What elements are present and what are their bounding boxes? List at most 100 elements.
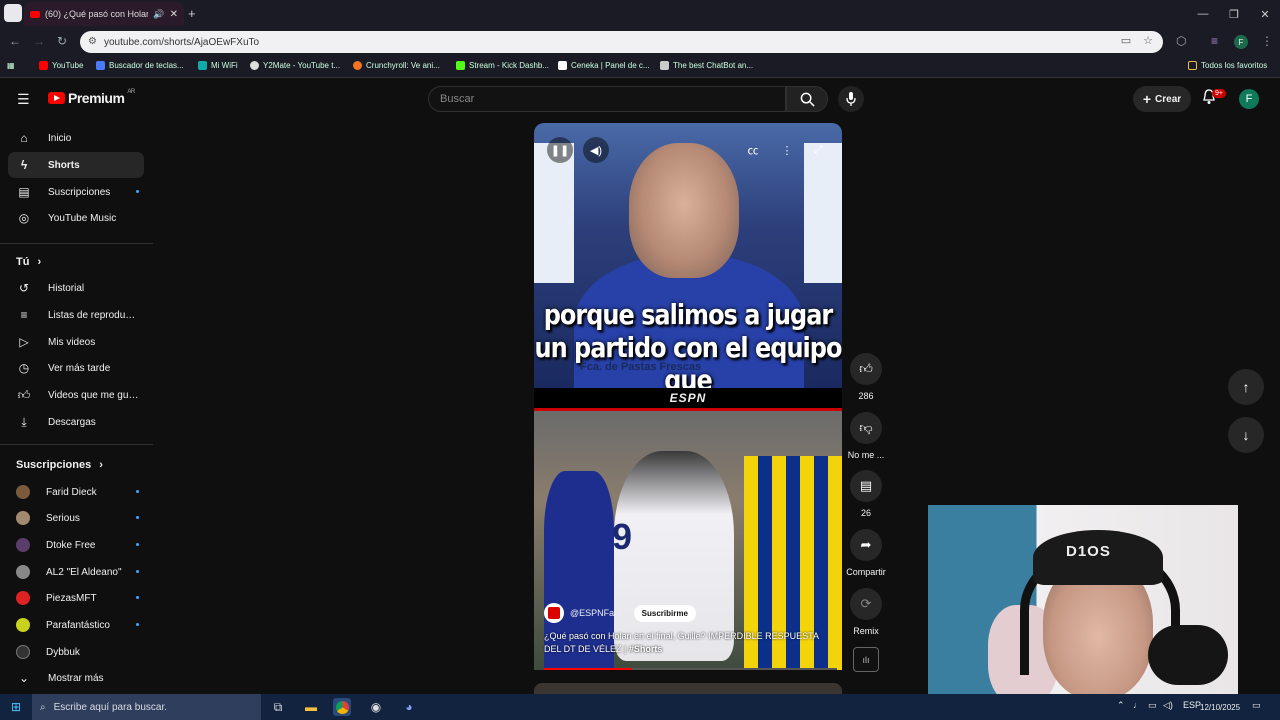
- bookmark-item[interactable]: Ceneka | Panel de c...: [558, 61, 650, 70]
- minimize-button[interactable]: —: [1187, 0, 1219, 28]
- notifications-tray-icon[interactable]: ▭: [1252, 700, 1261, 711]
- bookmark-item[interactable]: Y2Mate - YouTube t...: [250, 61, 340, 70]
- sidebar-item-mis-videos[interactable]: ▷ Mis videos: [8, 329, 144, 355]
- thumbs-up-icon[interactable]: 👍︎: [850, 353, 882, 385]
- bookmark-item[interactable]: Mi WiFi: [198, 61, 238, 70]
- discord-icon[interactable]: ◕: [400, 698, 418, 716]
- all-bookmarks[interactable]: Todos los favoritos: [1188, 61, 1267, 70]
- sidebar-item-shorts[interactable]: ϟ Shorts: [8, 152, 144, 178]
- captions-button[interactable]: ㏄: [740, 137, 766, 163]
- tray-chevron-icon[interactable]: ⌃: [1117, 700, 1125, 711]
- channel-handle[interactable]: @ESPNFans: [570, 608, 624, 618]
- fullscreen-icon[interactable]: ⤢: [805, 137, 831, 163]
- search-input[interactable]: Buscar: [428, 86, 786, 112]
- cast-icon[interactable]: ▭: [1121, 34, 1131, 47]
- bookmark-item[interactable]: Stream - Kick Dashb...: [456, 61, 549, 70]
- subscription-channel[interactable]: Parafantástico: [8, 612, 144, 638]
- arrow-up-icon: ↑: [1242, 379, 1250, 395]
- sidebar-item-liked-videos[interactable]: 👍︎ Videos que me gus...: [8, 382, 144, 408]
- hamburger-menu-icon[interactable]: ☰: [17, 91, 30, 108]
- bookmark-item[interactable]: Buscador de teclas...: [96, 61, 184, 70]
- channel-avatar[interactable]: [544, 603, 564, 623]
- system-clock[interactable]: 12/10/2025: [1200, 702, 1240, 713]
- bookmark-item[interactable]: Crunchyroll: Ve ani...: [353, 61, 440, 70]
- bookmark-star-icon[interactable]: ☆: [1143, 34, 1153, 47]
- sound-thumbnail-icon[interactable]: ılı: [853, 647, 879, 672]
- sidebar-item-descargas[interactable]: ⤓ Descargas: [8, 409, 144, 435]
- show-more-button[interactable]: ⌄ Mostrar más: [8, 665, 144, 691]
- subscriptions-section-header[interactable]: Suscripciones ›: [16, 459, 103, 471]
- restore-button[interactable]: ❐: [1218, 0, 1250, 28]
- youtube-logo[interactable]: Premium AR: [48, 89, 135, 106]
- progress-bar[interactable]: [544, 668, 837, 670]
- address-bar[interactable]: ⚙ youtube.com/shorts/AjaOEwFXuTo ▭ ☆: [80, 31, 1163, 53]
- remix-icon[interactable]: ⟳: [850, 588, 882, 620]
- browser-menu-icon[interactable]: [4, 4, 22, 22]
- back-icon[interactable]: ←: [9, 34, 21, 48]
- short-title[interactable]: ¿Qué pasó con Holan en el final, Guille?…: [544, 630, 829, 656]
- remix-action[interactable]: ⟳ Remix: [850, 588, 882, 636]
- sidebar-item-suscripciones[interactable]: ▤ Suscripciones: [8, 179, 144, 205]
- obs-icon[interactable]: ◉: [367, 698, 385, 716]
- subscription-channel[interactable]: Serious: [8, 505, 144, 531]
- browser-tab[interactable]: (60) ¿Qué pasó con Holan e 🔊 ✕: [24, 2, 184, 26]
- music-icon: ◎: [18, 211, 30, 225]
- like-action[interactable]: 👍︎ 286: [850, 353, 882, 401]
- thumbs-down-icon[interactable]: 👎︎: [850, 412, 882, 444]
- site-info-icon[interactable]: ⚙: [88, 36, 97, 47]
- sidebar-item-inicio[interactable]: ⌂ Inicio: [8, 125, 144, 151]
- volume-button[interactable]: ◀): [583, 137, 609, 163]
- share-icon[interactable]: ➦: [850, 529, 882, 561]
- comment-icon[interactable]: ▤: [850, 470, 882, 502]
- sidebar-item-playlists[interactable]: ≡ Listas de reproducc...: [8, 302, 144, 328]
- task-view-icon[interactable]: ⧉: [269, 698, 287, 716]
- youtube-favicon-icon: [30, 10, 40, 18]
- search-button[interactable]: [786, 86, 828, 112]
- file-explorer-icon[interactable]: ▬: [302, 698, 320, 716]
- pause-button[interactable]: ❚❚: [547, 137, 573, 163]
- shorts-hashtag[interactable]: #Shorts: [629, 644, 663, 654]
- media-icon[interactable]: ≡: [1211, 34, 1218, 48]
- sidebar-item-youtube-music[interactable]: ◎ YouTube Music: [8, 205, 144, 231]
- close-window-button[interactable]: ✕: [1249, 0, 1280, 28]
- dislike-action[interactable]: 👎︎ No me ...: [848, 412, 884, 460]
- forward-icon[interactable]: →: [33, 34, 45, 48]
- taskbar-search[interactable]: ⌕ Escribe aquí para buscar.: [32, 694, 261, 720]
- language-indicator[interactable]: ESP: [1183, 700, 1201, 710]
- share-label: Compartir: [846, 567, 886, 577]
- account-avatar[interactable]: F: [1239, 89, 1259, 109]
- reload-icon[interactable]: ↻: [57, 34, 67, 48]
- bookmark-item[interactable]: The best ChatBot an...: [660, 61, 753, 70]
- apps-icon[interactable]: ▦: [7, 61, 15, 70]
- windows-start-icon[interactable]: ⊞: [7, 698, 25, 716]
- you-section-header[interactable]: Tú ›: [16, 256, 41, 268]
- next-short-preview[interactable]: [534, 683, 842, 694]
- sidebar-item-ver-mas-tarde[interactable]: ◷ Ver más tarde: [8, 355, 144, 381]
- more-options-icon[interactable]: ⋮: [774, 137, 800, 163]
- subscription-channel[interactable]: PiezasMFT: [8, 585, 144, 611]
- shorts-video-player[interactable]: ❚❚ ◀) ㏄ ⋮ ⤢ porque salimos a jugar un pa…: [534, 123, 842, 388]
- subscription-channel[interactable]: Dtoke Free: [8, 532, 144, 558]
- network-icon[interactable]: ▭: [1148, 700, 1157, 711]
- extensions-icon[interactable]: ⬡: [1176, 34, 1186, 48]
- chrome-icon[interactable]: [333, 698, 351, 716]
- browser-menu-dots-icon[interactable]: ⋮: [1261, 34, 1273, 48]
- tab-close-icon[interactable]: ✕: [170, 9, 178, 20]
- subscribe-button[interactable]: Suscribirme: [633, 604, 696, 622]
- profile-avatar[interactable]: F: [1234, 35, 1248, 49]
- subscription-channel[interactable]: Farid Dieck: [8, 479, 144, 505]
- bookmark-item[interactable]: YouTube: [39, 61, 83, 70]
- next-short-button[interactable]: ↓: [1228, 417, 1264, 453]
- speaker-icon[interactable]: 🔊: [153, 9, 164, 20]
- comments-action[interactable]: ▤ 26: [850, 470, 882, 518]
- voice-search-button[interactable]: [838, 86, 864, 112]
- create-button[interactable]: + Crear: [1133, 86, 1191, 112]
- subscription-channel[interactable]: Dybbuk: [8, 639, 144, 665]
- share-action[interactable]: ➦ Compartir: [846, 529, 886, 577]
- subscription-channel[interactable]: AL2 "El Aldeano": [8, 559, 144, 585]
- sidebar-item-historial[interactable]: ↺ Historial: [8, 275, 144, 301]
- previous-short-button[interactable]: ↑: [1228, 369, 1264, 405]
- volume-tray-icon[interactable]: ◁): [1163, 700, 1173, 711]
- microphone-tray-icon[interactable]: ♩: [1133, 700, 1142, 710]
- new-tab-button[interactable]: +: [188, 6, 196, 21]
